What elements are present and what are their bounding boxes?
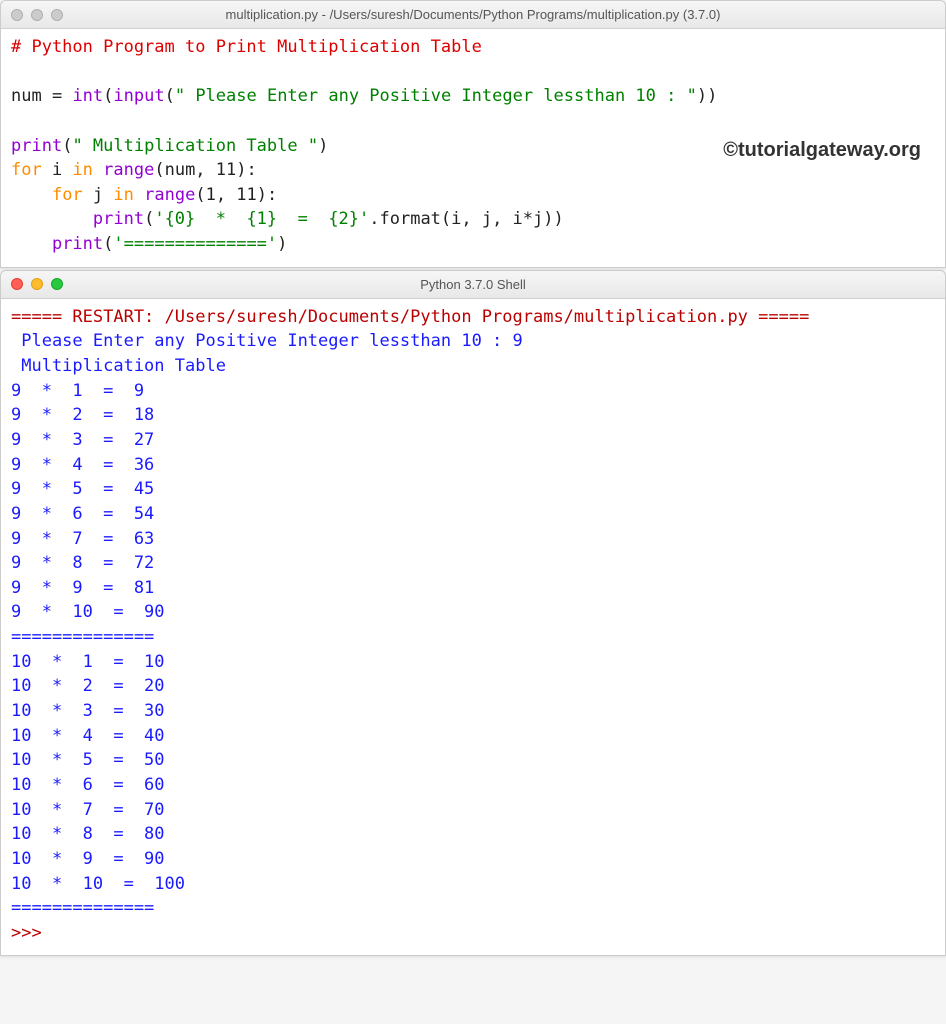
output-rows: 9 * 1 = 9 9 * 2 = 18 9 * 3 = 27 9 * 4 = … (11, 381, 185, 918)
code-comment: # Python Program to Print Multiplication… (11, 37, 482, 57)
traffic-lights (11, 278, 63, 290)
close-icon[interactable] (11, 278, 23, 290)
editor-titlebar: multiplication.py - /Users/suresh/Docume… (1, 1, 945, 29)
shell-prompt: >>> (11, 923, 52, 943)
shell-output[interactable]: ===== RESTART: /Users/suresh/Documents/P… (1, 299, 945, 956)
shell-titlebar: Python 3.7.0 Shell (1, 271, 945, 299)
shell-title: Python 3.7.0 Shell (1, 277, 945, 292)
output-heading: Multiplication Table (11, 356, 236, 376)
editor-title: multiplication.py - /Users/suresh/Docume… (1, 7, 945, 22)
watermark: ©tutorialgateway.org (723, 139, 921, 162)
input-prompt-line: Please Enter any Positive Integer lessth… (11, 331, 523, 351)
maximize-icon[interactable] (51, 9, 63, 21)
restart-banner: ===== RESTART: /Users/suresh/Documents/P… (11, 307, 809, 327)
minimize-icon[interactable] (31, 9, 43, 21)
minimize-icon[interactable] (31, 278, 43, 290)
close-icon[interactable] (11, 9, 23, 21)
maximize-icon[interactable] (51, 278, 63, 290)
editor-window: multiplication.py - /Users/suresh/Docume… (0, 0, 946, 268)
traffic-lights (11, 9, 63, 21)
shell-window: Python 3.7.0 Shell ===== RESTART: /Users… (0, 270, 946, 957)
